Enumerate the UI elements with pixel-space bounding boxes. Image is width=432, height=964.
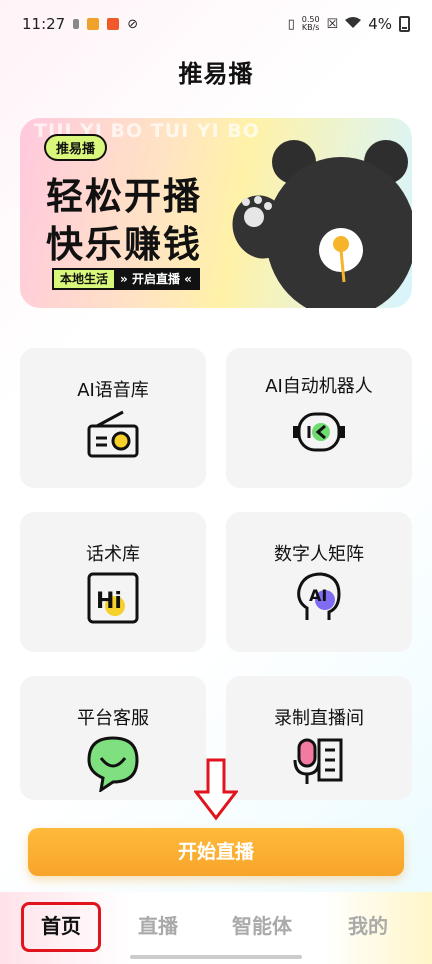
home-indicator[interactable]: [130, 955, 302, 959]
card-ai-robot[interactable]: AI自动机器人: [226, 348, 412, 488]
banner-headline-1: 轻松开播: [46, 175, 202, 218]
card-ai-voice-library[interactable]: AI语音库: [20, 348, 206, 488]
card-label: 录制直播间: [274, 708, 364, 729]
card-script-library[interactable]: 话术库 Hi: [20, 512, 206, 652]
card-customer-service[interactable]: 平台客服: [20, 676, 206, 800]
net-speed-unit: KB/s: [301, 23, 320, 32]
sim-icon: [73, 19, 80, 29]
banner-tag: 本地生活 » 开启直播 «: [52, 268, 200, 290]
nav-agent[interactable]: 智能体: [222, 910, 302, 939]
net-speed: 0.50 KB/s: [302, 16, 320, 32]
bear-mascot-icon: [232, 140, 412, 308]
svg-text:AI: AI: [309, 586, 327, 605]
status-bar: 11:27 ⊘ ▯ 0.50 KB/s ☒ 4%: [0, 0, 432, 48]
card-record-live-room[interactable]: 录制直播间: [226, 676, 412, 800]
app-notification-icon: [87, 18, 100, 30]
status-right: ▯ 0.50 KB/s ☒ 4%: [288, 15, 410, 33]
down-arrow-annotation-icon: [194, 758, 238, 821]
robot-icon: [293, 412, 345, 452]
banner-badge: 推易播: [44, 134, 108, 161]
home-highlight-annotation: [21, 902, 101, 952]
ai-head-icon: AI: [297, 572, 341, 620]
vibrate-icon: ▯: [287, 16, 295, 32]
hi-card-icon: Hi: [87, 572, 139, 624]
banner-tag-right: » 开启直播 «: [114, 270, 198, 288]
page-title: 推易播: [178, 60, 254, 88]
banner-tag-left: 本地生活: [54, 270, 115, 288]
battery-percent: 4%: [368, 15, 392, 33]
link-icon: ⊘: [127, 16, 139, 32]
card-label: AI自动机器人: [265, 376, 373, 397]
card-label: AI语音库: [77, 380, 149, 401]
start-live-button[interactable]: 开始直播: [28, 828, 404, 876]
card-digital-human-matrix[interactable]: 数字人矩阵 AI: [226, 512, 412, 652]
nav-mine[interactable]: 我的: [328, 910, 408, 939]
chat-smile-icon: [87, 736, 139, 792]
app-notification-icon-2: [107, 18, 120, 30]
card-label: 话术库: [86, 544, 140, 565]
card-label: 平台客服: [77, 708, 149, 729]
promo-banner[interactable]: TUI YI BO TUI YI BO 推易播 轻松开播 快乐赚钱 本地生活 »…: [20, 118, 412, 308]
status-left: 11:27 ⊘: [22, 15, 138, 33]
svg-text:Hi: Hi: [96, 589, 122, 614]
wifi-icon: [345, 15, 362, 33]
radio-icon: [87, 410, 139, 458]
card-label: 数字人矩阵: [274, 544, 364, 565]
nav-live[interactable]: 直播: [118, 910, 198, 939]
status-time: 11:27: [22, 15, 66, 33]
banner-headline-2: 快乐赚钱: [46, 223, 202, 266]
nosim-icon: ☒: [326, 16, 339, 32]
battery-icon: [399, 16, 410, 32]
microphone-icon: [293, 738, 343, 784]
